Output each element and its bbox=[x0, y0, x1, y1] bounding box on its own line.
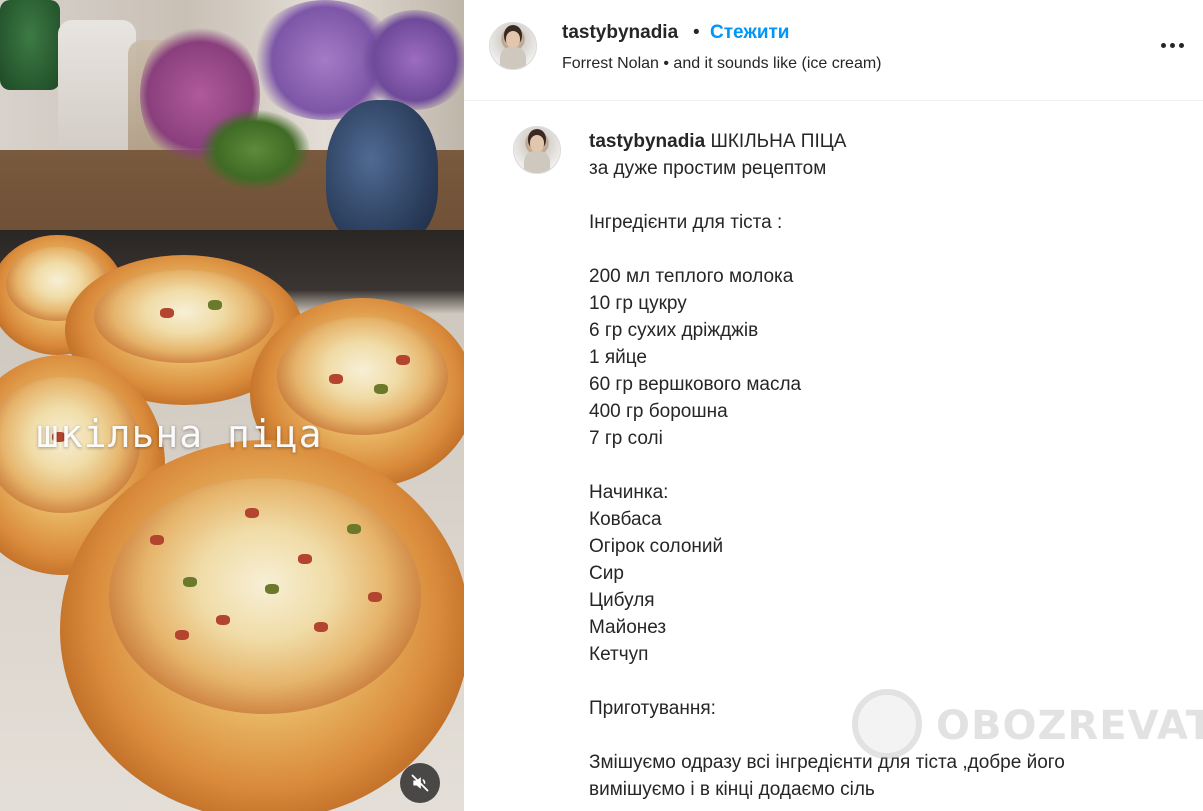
caption-line: Сир bbox=[589, 563, 624, 584]
caption-line: Кетчуп bbox=[589, 644, 649, 665]
author-avatar[interactable] bbox=[489, 22, 537, 70]
caption-line: Змішуємо одразу всі інгредієнти для тіст… bbox=[589, 752, 1065, 773]
more-horizontal-icon bbox=[1159, 42, 1186, 48]
caption-title: ШКІЛЬНА ПІЦА bbox=[710, 131, 847, 152]
caption-line: Цибуля bbox=[589, 590, 655, 611]
pizza-bun bbox=[60, 440, 464, 811]
caption-line: Ковбаса bbox=[589, 509, 662, 530]
audio-track-link[interactable]: Forrest Nolan • and it sounds like (ice … bbox=[562, 55, 882, 73]
caption-line: 1 яйце bbox=[589, 347, 647, 368]
green-leaves bbox=[200, 110, 310, 190]
caption-line: Огірок солоний bbox=[589, 536, 724, 557]
white-jar bbox=[58, 20, 136, 170]
post-details-panel: tastybynadia • Стежити Forrest Nolan • a… bbox=[464, 0, 1203, 811]
caption-line: Інгредієнти для тіста : bbox=[589, 212, 783, 233]
more-options-button[interactable] bbox=[1152, 30, 1192, 60]
mute-button[interactable] bbox=[400, 763, 440, 803]
caption-line: Майонез bbox=[589, 617, 667, 638]
author-username[interactable]: tastybynadia bbox=[562, 22, 678, 44]
caption-line: 6 гр сухих дріжджів bbox=[589, 320, 759, 341]
caption-lines: за дуже простим рецептом Інгредієнти для … bbox=[589, 155, 1179, 803]
caption-author-avatar[interactable] bbox=[513, 126, 561, 174]
post-header: tastybynadia • Стежити Forrest Nolan • a… bbox=[464, 0, 1203, 101]
caption-line: 7 гр солі bbox=[589, 428, 663, 449]
caption-line: 60 гр вершкового масла bbox=[589, 374, 802, 395]
caption-line: 10 гр цукру bbox=[589, 293, 687, 314]
lilac-flowers-3 bbox=[360, 10, 464, 110]
blue-vase bbox=[326, 100, 438, 248]
post-media[interactable]: шкільна піца bbox=[0, 0, 464, 811]
caption-text: tastybynadia ШКІЛЬНА ПІЦА за дуже прости… bbox=[589, 128, 1179, 803]
post-caption: tastybynadia ШКІЛЬНА ПІЦА за дуже прости… bbox=[464, 101, 1203, 811]
caption-first-line: tastybynadia ШКІЛЬНА ПІЦА bbox=[589, 128, 1179, 155]
follow-button[interactable]: Стежити bbox=[710, 22, 789, 44]
caption-line: Начинка: bbox=[589, 482, 669, 503]
header-separator: • bbox=[693, 22, 700, 43]
speaker-muted-icon bbox=[411, 774, 429, 792]
video-overlay-text: шкільна піца bbox=[36, 412, 323, 456]
green-jar bbox=[0, 0, 60, 90]
caption-line: за дуже простим рецептом bbox=[589, 158, 827, 179]
caption-line: вимішуємо і в кінці додаємо сіль bbox=[589, 779, 875, 800]
caption-line: 400 гр борошна bbox=[589, 401, 728, 422]
caption-line: 200 мл теплого молока bbox=[589, 266, 794, 287]
caption-username[interactable]: tastybynadia bbox=[589, 131, 705, 152]
caption-line: Приготування: bbox=[589, 698, 716, 719]
